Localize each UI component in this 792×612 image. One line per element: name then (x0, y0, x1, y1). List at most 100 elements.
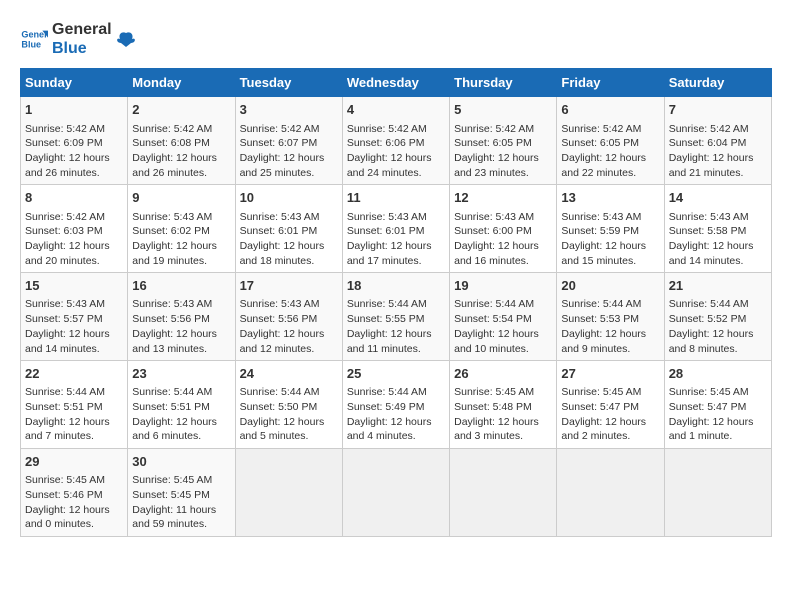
cell-details: Sunrise: 5:44 AM Sunset: 5:50 PM Dayligh… (240, 385, 338, 444)
day-number: 24 (240, 365, 338, 383)
logo-bird-icon (116, 29, 136, 49)
cell-details: Sunrise: 5:45 AM Sunset: 5:46 PM Dayligh… (25, 473, 123, 532)
calendar-cell: 26Sunrise: 5:45 AM Sunset: 5:48 PM Dayli… (450, 361, 557, 449)
day-number: 12 (454, 189, 552, 207)
day-number: 6 (561, 101, 659, 119)
calendar-cell: 15Sunrise: 5:43 AM Sunset: 5:57 PM Dayli… (21, 273, 128, 361)
day-number: 15 (25, 277, 123, 295)
col-header-monday: Monday (128, 69, 235, 97)
cell-details: Sunrise: 5:43 AM Sunset: 5:59 PM Dayligh… (561, 210, 659, 269)
calendar-cell: 2 Sunrise: 5:42 AM Sunset: 6:08 PM Daylig… (128, 97, 235, 185)
day-number: 28 (669, 365, 767, 383)
calendar-week-row: 29 Sunrise: 5:45 AM Sunset: 5:46 PM Dayli… (21, 449, 772, 537)
calendar-cell (557, 449, 664, 537)
cell-details: Sunrise: 5:43 AM Sunset: 5:56 PM Dayligh… (240, 297, 338, 356)
day-number: 1 (25, 101, 123, 119)
calendar-cell: 11Sunrise: 5:43 AM Sunset: 6:01 PM Dayli… (342, 185, 449, 273)
day-number: 7 (669, 101, 767, 119)
calendar-week-row: 8Sunrise: 5:42 AM Sunset: 6:03 PM Daylig… (21, 185, 772, 273)
calendar-cell: 12 Sunrise: 5:43 AM Sunset: 6:00 PM Dayli… (450, 185, 557, 273)
calendar-cell: 22 Sunrise: 5:44 AM Sunset: 5:51 PM Dayli… (21, 361, 128, 449)
calendar-cell: 18 Sunrise: 5:44 AM Sunset: 5:55 PM Dayli… (342, 273, 449, 361)
calendar-cell: 4 Sunrise: 5:42 AM Sunset: 6:06 PM Daylig… (342, 97, 449, 185)
cell-details: Sunrise: 5:42 AM Sunset: 6:05 PM Dayligh… (561, 122, 659, 181)
col-header-thursday: Thursday (450, 69, 557, 97)
cell-details: Sunrise: 5:43 AM Sunset: 5:56 PM Dayligh… (132, 297, 230, 356)
calendar-table: SundayMondayTuesdayWednesdayThursdayFrid… (20, 68, 772, 537)
calendar-cell: 28 Sunrise: 5:45 AM Sunset: 5:47 PM Dayli… (664, 361, 771, 449)
day-number: 23 (132, 365, 230, 383)
calendar-cell: 10 Sunrise: 5:43 AM Sunset: 6:01 PM Dayli… (235, 185, 342, 273)
day-number: 22 (25, 365, 123, 383)
calendar-cell: 9Sunrise: 5:43 AM Sunset: 6:02 PM Daylig… (128, 185, 235, 273)
day-number: 30 (132, 453, 230, 471)
col-header-wednesday: Wednesday (342, 69, 449, 97)
calendar-cell: 13Sunrise: 5:43 AM Sunset: 5:59 PM Dayli… (557, 185, 664, 273)
day-number: 29 (25, 453, 123, 471)
day-number: 2 (132, 101, 230, 119)
cell-details: Sunrise: 5:43 AM Sunset: 6:02 PM Dayligh… (132, 210, 230, 269)
calendar-cell: 14Sunrise: 5:43 AM Sunset: 5:58 PM Dayli… (664, 185, 771, 273)
day-number: 8 (25, 189, 123, 207)
logo: General Blue General Blue (20, 20, 136, 58)
calendar-cell: 20 Sunrise: 5:44 AM Sunset: 5:53 PM Dayli… (557, 273, 664, 361)
calendar-cell: 29 Sunrise: 5:45 AM Sunset: 5:46 PM Dayli… (21, 449, 128, 537)
calendar-cell (235, 449, 342, 537)
col-header-saturday: Saturday (664, 69, 771, 97)
calendar-cell (664, 449, 771, 537)
cell-details: Sunrise: 5:44 AM Sunset: 5:49 PM Dayligh… (347, 385, 445, 444)
cell-details: Sunrise: 5:43 AM Sunset: 6:01 PM Dayligh… (347, 210, 445, 269)
calendar-cell: 3Sunrise: 5:42 AM Sunset: 6:07 PM Daylig… (235, 97, 342, 185)
cell-details: Sunrise: 5:42 AM Sunset: 6:08 PM Dayligh… (132, 122, 230, 181)
cell-details: Sunrise: 5:45 AM Sunset: 5:45 PM Dayligh… (132, 473, 230, 532)
cell-details: Sunrise: 5:44 AM Sunset: 5:52 PM Dayligh… (669, 297, 767, 356)
day-number: 19 (454, 277, 552, 295)
cell-details: Sunrise: 5:44 AM Sunset: 5:51 PM Dayligh… (25, 385, 123, 444)
calendar-cell: 19Sunrise: 5:44 AM Sunset: 5:54 PM Dayli… (450, 273, 557, 361)
calendar-week-row: 1 Sunrise: 5:42 AM Sunset: 6:09 PM Daylig… (21, 97, 772, 185)
calendar-cell: 21 Sunrise: 5:44 AM Sunset: 5:52 PM Dayli… (664, 273, 771, 361)
calendar-cell: 24 Sunrise: 5:44 AM Sunset: 5:50 PM Dayli… (235, 361, 342, 449)
calendar-cell: 8Sunrise: 5:42 AM Sunset: 6:03 PM Daylig… (21, 185, 128, 273)
logo-icon: General Blue (20, 25, 48, 53)
day-number: 4 (347, 101, 445, 119)
day-number: 16 (132, 277, 230, 295)
day-number: 25 (347, 365, 445, 383)
calendar-cell: 17 Sunrise: 5:43 AM Sunset: 5:56 PM Dayli… (235, 273, 342, 361)
calendar-cell: 6 Sunrise: 5:42 AM Sunset: 6:05 PM Daylig… (557, 97, 664, 185)
cell-details: Sunrise: 5:44 AM Sunset: 5:55 PM Dayligh… (347, 297, 445, 356)
col-header-sunday: Sunday (21, 69, 128, 97)
cell-details: Sunrise: 5:43 AM Sunset: 6:00 PM Dayligh… (454, 210, 552, 269)
day-number: 17 (240, 277, 338, 295)
header: General Blue General Blue (20, 20, 772, 58)
cell-details: Sunrise: 5:44 AM Sunset: 5:51 PM Dayligh… (132, 385, 230, 444)
calendar-cell (342, 449, 449, 537)
calendar-cell: 1 Sunrise: 5:42 AM Sunset: 6:09 PM Daylig… (21, 97, 128, 185)
cell-details: Sunrise: 5:42 AM Sunset: 6:09 PM Dayligh… (25, 122, 123, 181)
day-number: 20 (561, 277, 659, 295)
calendar-cell: 23 Sunrise: 5:44 AM Sunset: 5:51 PM Dayli… (128, 361, 235, 449)
cell-details: Sunrise: 5:42 AM Sunset: 6:04 PM Dayligh… (669, 122, 767, 181)
calendar-cell: 25 Sunrise: 5:44 AM Sunset: 5:49 PM Dayli… (342, 361, 449, 449)
cell-details: Sunrise: 5:44 AM Sunset: 5:53 PM Dayligh… (561, 297, 659, 356)
col-header-friday: Friday (557, 69, 664, 97)
calendar-cell: 16 Sunrise: 5:43 AM Sunset: 5:56 PM Dayli… (128, 273, 235, 361)
day-number: 5 (454, 101, 552, 119)
svg-text:Blue: Blue (21, 40, 41, 50)
day-number: 27 (561, 365, 659, 383)
calendar-cell (450, 449, 557, 537)
logo-text-line1: General (52, 20, 112, 39)
cell-details: Sunrise: 5:42 AM Sunset: 6:06 PM Dayligh… (347, 122, 445, 181)
cell-details: Sunrise: 5:43 AM Sunset: 6:01 PM Dayligh… (240, 210, 338, 269)
day-number: 21 (669, 277, 767, 295)
cell-details: Sunrise: 5:45 AM Sunset: 5:47 PM Dayligh… (669, 385, 767, 444)
day-number: 10 (240, 189, 338, 207)
day-number: 18 (347, 277, 445, 295)
header-row: SundayMondayTuesdayWednesdayThursdayFrid… (21, 69, 772, 97)
cell-details: Sunrise: 5:45 AM Sunset: 5:48 PM Dayligh… (454, 385, 552, 444)
calendar-cell: 7 Sunrise: 5:42 AM Sunset: 6:04 PM Daylig… (664, 97, 771, 185)
col-header-tuesday: Tuesday (235, 69, 342, 97)
cell-details: Sunrise: 5:42 AM Sunset: 6:05 PM Dayligh… (454, 122, 552, 181)
calendar-week-row: 22 Sunrise: 5:44 AM Sunset: 5:51 PM Dayli… (21, 361, 772, 449)
calendar-cell: 30 Sunrise: 5:45 AM Sunset: 5:45 PM Dayli… (128, 449, 235, 537)
